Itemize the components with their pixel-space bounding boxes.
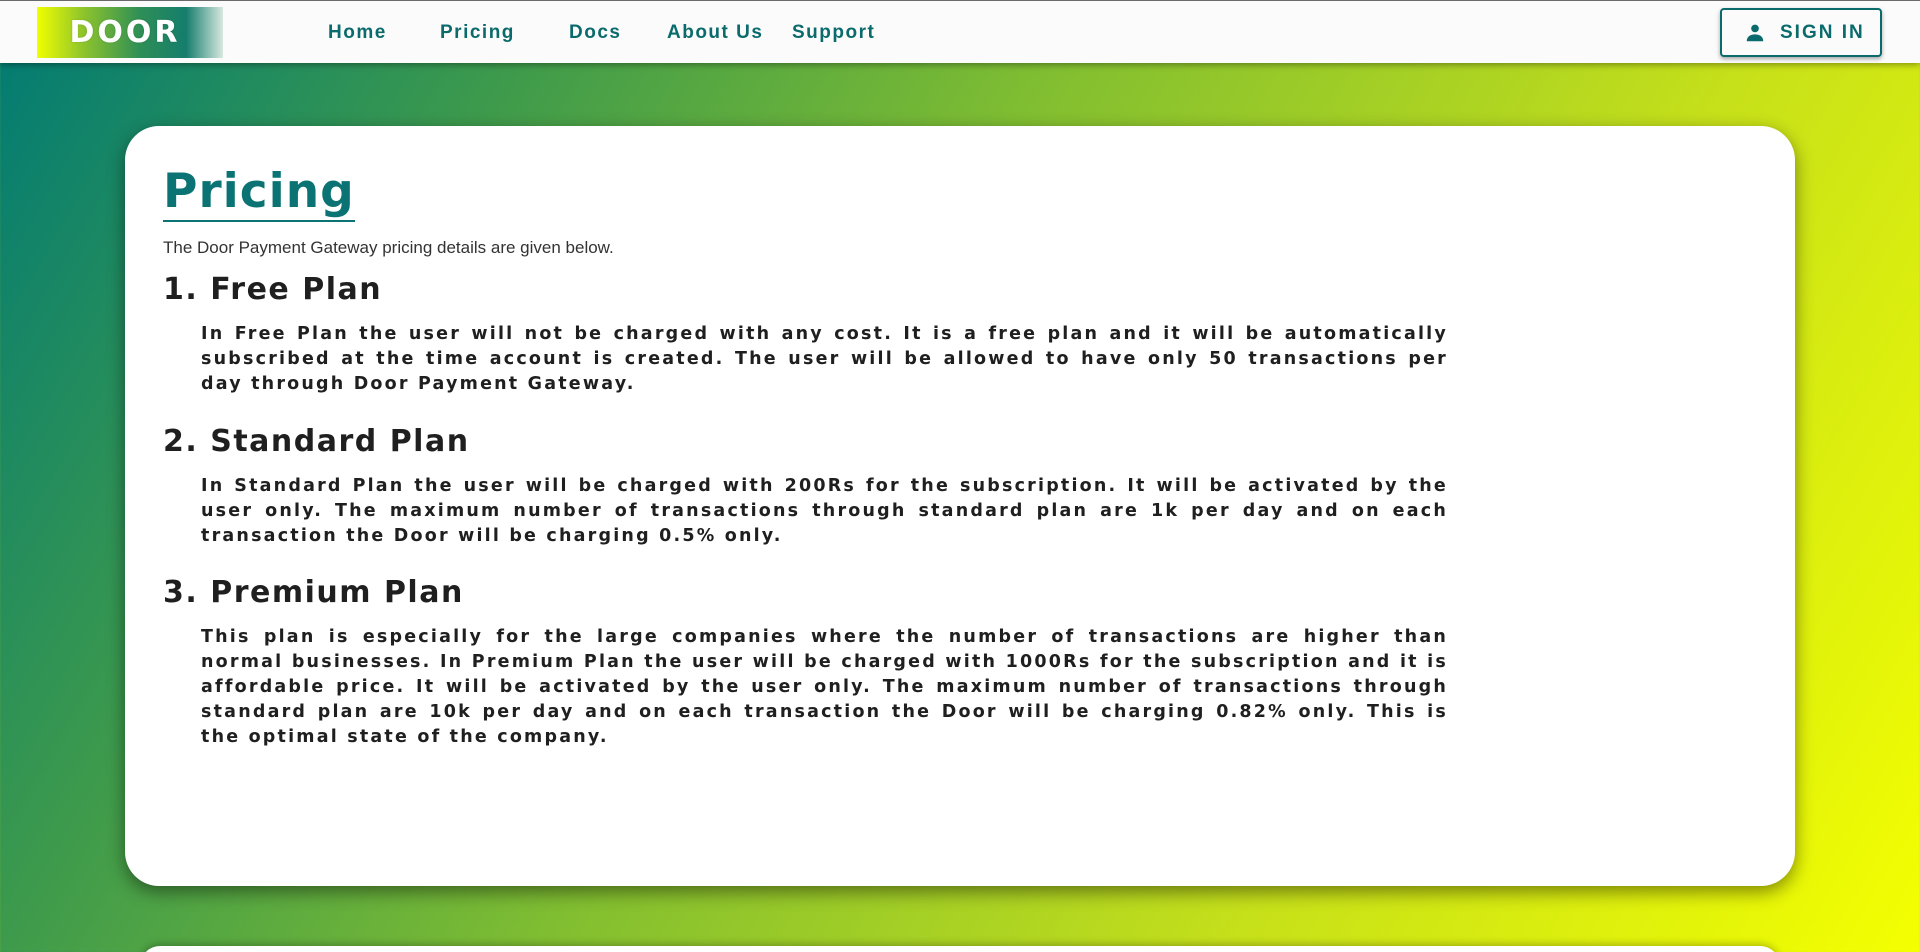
top-navbar: DOOR Home Pricing Docs About Us Support … [0, 0, 1920, 63]
pricing-intro: The Door Payment Gateway pricing details… [163, 238, 614, 257]
person-icon [1746, 24, 1764, 41]
pricing-card: Pricing The Door Payment Gateway pricing… [125, 126, 1795, 886]
nav-link-docs[interactable]: Docs [569, 22, 621, 44]
nav-link-about-us[interactable]: About Us [667, 22, 763, 44]
free-plan-description: In Free Plan the user will not be charge… [201, 324, 1448, 394]
logo-text: DOOR [69, 15, 181, 50]
sign-in-label: SIGN IN [1780, 21, 1865, 43]
standard-plan-description: In Standard Plan the user will be charge… [201, 476, 1448, 546]
door-logo[interactable]: DOOR [37, 7, 223, 58]
nav-link-support[interactable]: Support [792, 22, 875, 44]
page-title: Pricing [163, 166, 355, 222]
premium-plan-title: 3. Premium Plan [163, 575, 464, 610]
standard-plan-title: 2. Standard Plan [163, 424, 470, 459]
next-section-card [140, 946, 1780, 952]
free-plan-title: 1. Free Plan [163, 272, 383, 307]
nav-link-pricing[interactable]: Pricing [440, 22, 515, 44]
premium-plan-description: This plan is especially for the large co… [201, 627, 1448, 747]
nav-link-home[interactable]: Home [328, 22, 387, 44]
sign-in-button[interactable]: SIGN IN [1720, 8, 1882, 57]
